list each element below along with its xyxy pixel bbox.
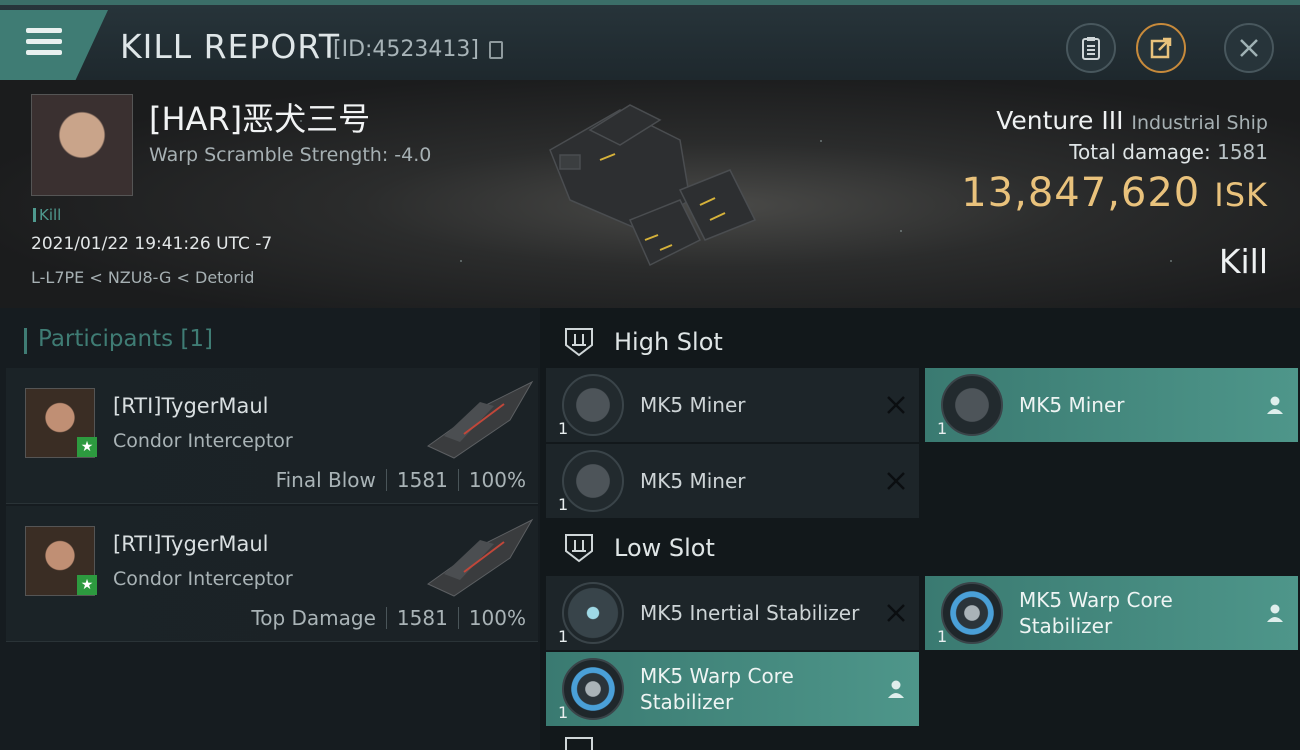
participants-heading: Participants [1] [24, 326, 213, 354]
participant-ship-image [427, 380, 534, 459]
miner-icon [941, 374, 1003, 436]
menu-button[interactable] [0, 10, 108, 80]
close-icon [1240, 39, 1258, 57]
dropped-user-icon [1267, 396, 1283, 414]
high-slot-icon [565, 328, 593, 357]
kill-location[interactable]: L-L7PE < NZU8-G < Detorid [31, 268, 254, 287]
victim-ship-name[interactable]: Venture III Industrial Ship [996, 106, 1268, 135]
module-name: MK5 Warp Core Stabilizer [640, 664, 794, 714]
fitting-panel: High Slot 1 MK5 Miner 1 MK5 Miner 1 MK5 … [540, 308, 1300, 750]
low-slot-header: Low Slot [546, 520, 1298, 576]
total-damage: Total damage: 1581 [1069, 140, 1268, 164]
high-slot-header: High Slot [546, 314, 1298, 370]
kill-tag: Kill [33, 206, 61, 224]
next-slot-header [546, 734, 1298, 750]
module-name: MK5 Warp Core Stabilizer [1019, 588, 1173, 638]
report-id: [ID:4523413] [333, 37, 479, 62]
victim-avatar[interactable] [31, 94, 133, 196]
participant-card[interactable]: ★ [RTI]TygerMaul Condor Interceptor Fina… [6, 368, 538, 504]
clipboard-icon [1082, 37, 1100, 60]
module-name: MK5 Miner [640, 393, 746, 417]
kill-type: Kill [1218, 242, 1268, 281]
participants-panel: Participants [1] ★ [RTI]TygerMaul Condor… [0, 308, 540, 750]
high-slot-title: High Slot [614, 328, 723, 356]
module-name: MK5 Miner [640, 469, 746, 493]
isk-value: 13,847,620 ISK [961, 170, 1268, 216]
participant-ship: Condor Interceptor [113, 430, 293, 452]
victim-name[interactable]: [HAR]恶犬三号 [149, 94, 370, 140]
module-item[interactable]: 1 MK5 Miner [546, 368, 919, 442]
victim-ship-image[interactable] [530, 90, 770, 290]
module-item[interactable]: 1 MK5 Inertial Stabilizer [546, 576, 919, 650]
participant-stats: Top Damage 1581 100% [251, 606, 526, 630]
low-slot-title: Low Slot [614, 534, 715, 562]
destroyed-icon [887, 604, 905, 622]
participant-stats: Final Blow 1581 100% [275, 468, 526, 492]
miner-icon [562, 450, 624, 512]
page-title: KILL REPORT [120, 27, 340, 66]
copy-icon[interactable] [489, 41, 503, 59]
module-item[interactable]: 1 MK5 Miner [925, 368, 1298, 442]
module-item[interactable]: 1 MK5 Warp Core Stabilizer [925, 576, 1298, 650]
module-item[interactable]: 1 MK5 Miner [546, 444, 919, 518]
title-bar: KILL REPORT [ID:4523413] [0, 0, 1300, 80]
slot-icon [565, 737, 593, 750]
participant-name: [RTI]TygerMaul [113, 394, 269, 418]
dropped-user-icon [888, 680, 904, 698]
warp-scramble-strength: Warp Scramble Strength: -4.0 [149, 144, 432, 166]
share-icon [1150, 37, 1172, 59]
participant-card[interactable]: ★ [RTI]TygerMaul Condor Interceptor Top … [6, 506, 538, 642]
warp-core-stabilizer-icon [562, 658, 624, 720]
warp-core-stabilizer-icon [941, 582, 1003, 644]
star-icon: ★ [77, 575, 97, 595]
participant-ship-image [427, 518, 534, 597]
module-item[interactable]: 1 MK5 Warp Core Stabilizer [546, 652, 919, 726]
module-name: MK5 Miner [1019, 393, 1125, 417]
hamburger-icon [26, 28, 62, 58]
low-slot-icon [565, 534, 593, 563]
destroyed-icon [887, 396, 905, 414]
close-button[interactable] [1224, 23, 1274, 73]
inertial-stabilizer-icon [562, 582, 624, 644]
participant-ship: Condor Interceptor [113, 568, 293, 590]
participant-name: [RTI]TygerMaul [113, 532, 269, 556]
victim-banner: [HAR]恶犬三号 Warp Scramble Strength: -4.0 K… [0, 80, 1300, 308]
destroyed-icon [887, 472, 905, 490]
share-button[interactable] [1136, 23, 1186, 73]
module-name: MK5 Inertial Stabilizer [640, 601, 860, 625]
kill-datetime: 2021/01/22 19:41:26 UTC -7 [31, 234, 273, 254]
clipboard-button[interactable] [1066, 23, 1116, 73]
star-icon: ★ [77, 437, 97, 457]
dropped-user-icon [1267, 604, 1283, 622]
miner-icon [562, 374, 624, 436]
